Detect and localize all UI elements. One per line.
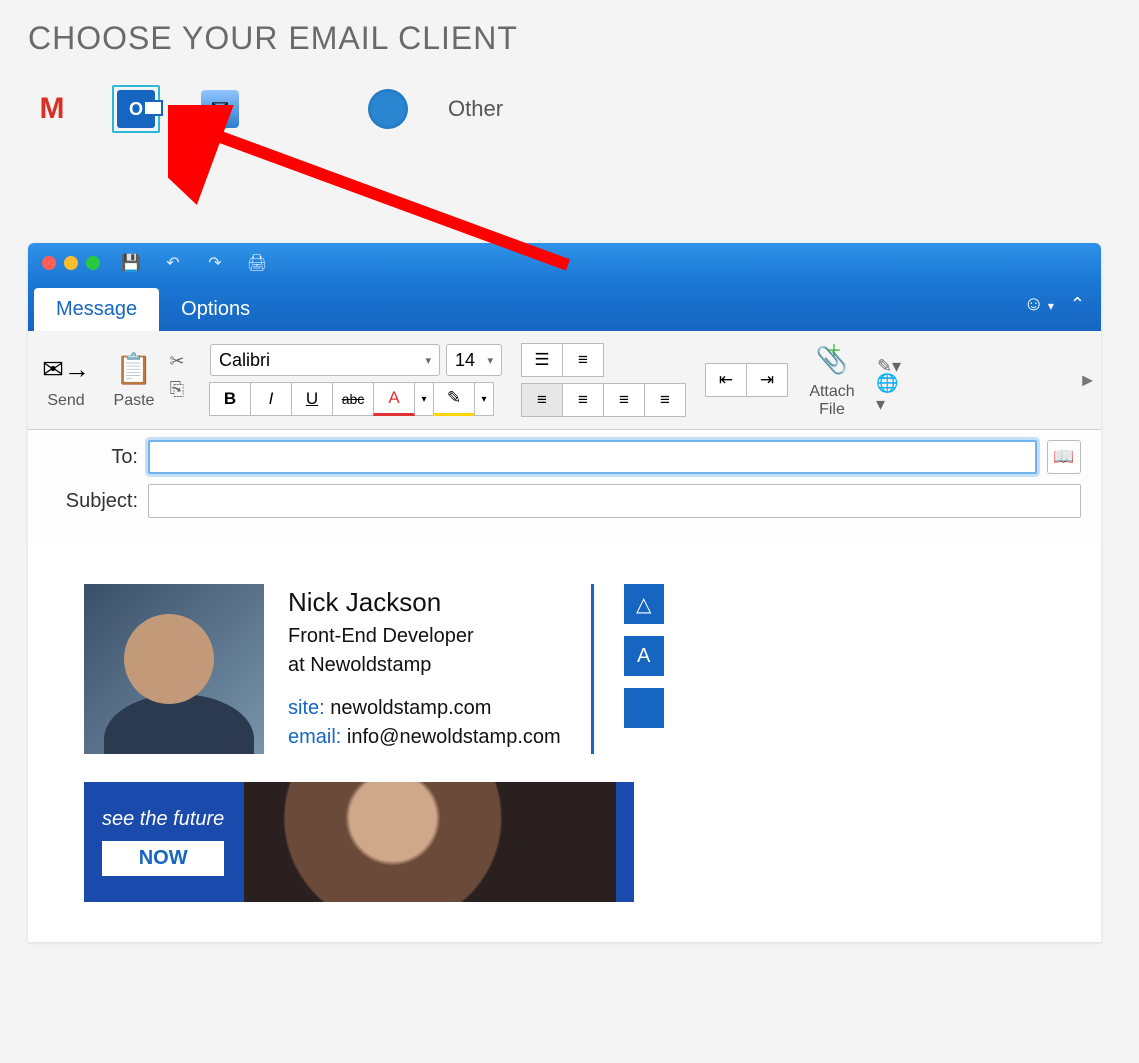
underline-button[interactable]: U	[291, 382, 333, 416]
align-right-button[interactable]: ≡	[603, 383, 645, 417]
copy-button[interactable]: ⎘	[164, 378, 190, 400]
client-gmail[interactable]: M	[28, 85, 76, 133]
signature-divider	[591, 584, 594, 754]
signature-role: Front-End Developer	[288, 622, 561, 651]
outlook-window: 💾 ↶ ↷ 🖨 Message Options ☺ ⌃ ✉→ Send 📋 Pa…	[28, 243, 1101, 942]
signature-social: △ A	[624, 584, 664, 728]
align-left-button[interactable]: ≡	[521, 383, 563, 417]
client-apple[interactable]	[280, 85, 328, 133]
client-other[interactable]: Other	[448, 96, 503, 122]
window-traffic-lights	[42, 256, 100, 270]
strikethrough-button[interactable]: abc	[332, 382, 374, 416]
signature-company: at Newoldstamp	[288, 651, 561, 680]
close-window-button[interactable]	[42, 256, 56, 270]
outdent-button[interactable]: ⇤	[705, 363, 747, 397]
indent-button[interactable]: ⇥	[746, 363, 788, 397]
align-justify-button[interactable]: ≡	[644, 383, 686, 417]
save-icon[interactable]: 💾	[120, 252, 142, 274]
banner-image	[244, 782, 616, 902]
hyperlink-button[interactable]: 🌐▾	[876, 383, 902, 405]
font-color-dropdown[interactable]: ▾	[414, 382, 434, 416]
scissors-icon: ✂	[169, 351, 184, 372]
signature-email-value[interactable]: info@newoldstamp.com	[347, 726, 561, 748]
client-macmail[interactable]: ✉	[196, 85, 244, 133]
ribbon-tabs: Message Options ☺ ⌃	[28, 283, 1101, 331]
signature-site-label: site:	[288, 697, 325, 719]
address-book-icon: 📖	[1053, 447, 1074, 467]
font-family-select[interactable]: Calibri	[210, 344, 440, 376]
subject-field[interactable]	[148, 484, 1081, 518]
collapse-ribbon-button[interactable]: ⌃	[1070, 294, 1085, 315]
align-center-button[interactable]: ≡	[562, 383, 604, 417]
paste-button[interactable]: 📋 Paste	[110, 350, 158, 410]
send-button[interactable]: ✉→ Send	[42, 350, 90, 410]
message-headers: To: 📖 Subject:	[28, 430, 1101, 544]
email-client-picker: M O ✉ Other	[28, 85, 1111, 133]
page-title: CHOOSE YOUR EMAIL CLIENT	[28, 20, 1111, 57]
italic-button[interactable]: I	[250, 382, 292, 416]
emoji-button[interactable]: ☺	[1023, 293, 1053, 316]
font-size-select[interactable]: 14	[446, 344, 502, 376]
subject-label: Subject:	[48, 490, 138, 513]
redo-icon[interactable]: ↷	[204, 252, 226, 274]
banner-cta: NOW	[102, 841, 224, 876]
bold-button[interactable]: B	[209, 382, 251, 416]
send-icon: ✉→	[42, 350, 90, 388]
signature-text: Nick Jackson Front-End Developer at Newo…	[288, 584, 561, 752]
tab-options[interactable]: Options	[159, 288, 272, 331]
banner-tagline: see the future	[102, 808, 224, 831]
macmail-icon: ✉	[201, 90, 239, 128]
paste-label: Paste	[114, 392, 155, 410]
email-signature: Nick Jackson Front-End Developer at Newo…	[84, 584, 1045, 754]
window-titlebar: 💾 ↶ ↷ 🖨	[28, 243, 1101, 283]
message-body[interactable]: Nick Jackson Front-End Developer at Newo…	[28, 544, 1101, 942]
expand-ribbon-button[interactable]: ▶	[1082, 372, 1093, 389]
thunderbird-icon	[368, 89, 408, 129]
signature-avatar	[84, 584, 264, 754]
bullet-list-button[interactable]: ☰	[521, 343, 563, 377]
client-outlook[interactable]: O	[112, 85, 160, 133]
client-thunderbird[interactable]	[364, 85, 412, 133]
social-link-apple[interactable]	[624, 688, 664, 728]
to-label: To:	[48, 446, 138, 469]
social-link-2[interactable]: A	[624, 636, 664, 676]
cut-button[interactable]: ✂	[164, 350, 190, 372]
address-book-button[interactable]: 📖	[1047, 440, 1081, 474]
signature-name: Nick Jackson	[288, 584, 561, 622]
attach-file-button[interactable]: 📎＋ Attach File	[808, 341, 856, 419]
paperclip-icon: 📎＋	[808, 341, 856, 379]
gmail-icon: M	[40, 92, 65, 126]
send-label: Send	[47, 392, 84, 410]
to-field[interactable]	[148, 440, 1037, 474]
social-link-1[interactable]: △	[624, 584, 664, 624]
attach-label: Attach File	[809, 383, 854, 419]
copy-icon: ⎘	[170, 379, 184, 400]
highlight-dropdown[interactable]: ▾	[474, 382, 494, 416]
signature-email-label: email:	[288, 726, 341, 748]
undo-icon[interactable]: ↶	[162, 252, 184, 274]
maximize-window-button[interactable]	[86, 256, 100, 270]
tab-message[interactable]: Message	[34, 288, 159, 331]
print-icon[interactable]: 🖨	[246, 252, 268, 274]
signature-site-value[interactable]: newoldstamp.com	[330, 697, 491, 719]
font-color-button[interactable]: A	[373, 382, 415, 416]
highlight-button[interactable]: ✎	[433, 382, 475, 416]
minimize-window-button[interactable]	[64, 256, 78, 270]
clipboard-icon: 📋	[110, 350, 158, 388]
ribbon: ✉→ Send 📋 Paste ✂ ⎘ Calibri 14 B I U abc	[28, 331, 1101, 430]
numbered-list-button[interactable]: ≡	[562, 343, 604, 377]
signature-banner[interactable]: see the future NOW	[84, 782, 634, 902]
outlook-icon: O	[117, 90, 155, 128]
